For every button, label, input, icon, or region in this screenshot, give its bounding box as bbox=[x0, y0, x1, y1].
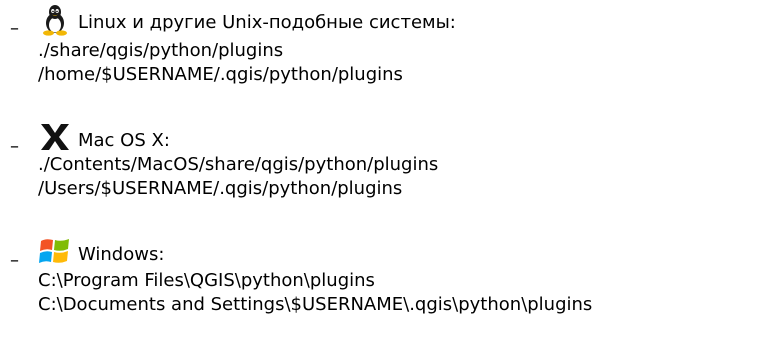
os-name-label: Linux и другие Unix-подобные системы: bbox=[78, 12, 456, 33]
os-plugin-paths-list: – Linux и другие Unix-подобные системы: … bbox=[0, 0, 762, 354]
plugin-path: ./Contents/MacOS/share/qgis/python/plugi… bbox=[38, 154, 439, 175]
windows-flag-icon bbox=[38, 236, 72, 266]
plugin-path: /home/$USERNAME/.qgis/python/plugins bbox=[38, 64, 403, 85]
plugin-path: C:\Documents and Settings\$USERNAME\.qgi… bbox=[38, 294, 593, 315]
list-dash: – bbox=[10, 136, 19, 157]
list-dash: – bbox=[10, 18, 19, 39]
plugin-path: /Users/$USERNAME/.qgis/python/plugins bbox=[38, 178, 403, 199]
os-name-label: Windows: bbox=[78, 244, 165, 265]
plugin-path: C:\Program Files\QGIS\python\plugins bbox=[38, 270, 375, 291]
os-name-label: Mac OS X: bbox=[78, 130, 170, 151]
tux-penguin-icon bbox=[38, 4, 72, 36]
plugin-path: ./share/qgis/python/plugins bbox=[38, 40, 284, 61]
list-dash: – bbox=[10, 250, 19, 271]
mac-os-x-icon bbox=[38, 122, 72, 152]
